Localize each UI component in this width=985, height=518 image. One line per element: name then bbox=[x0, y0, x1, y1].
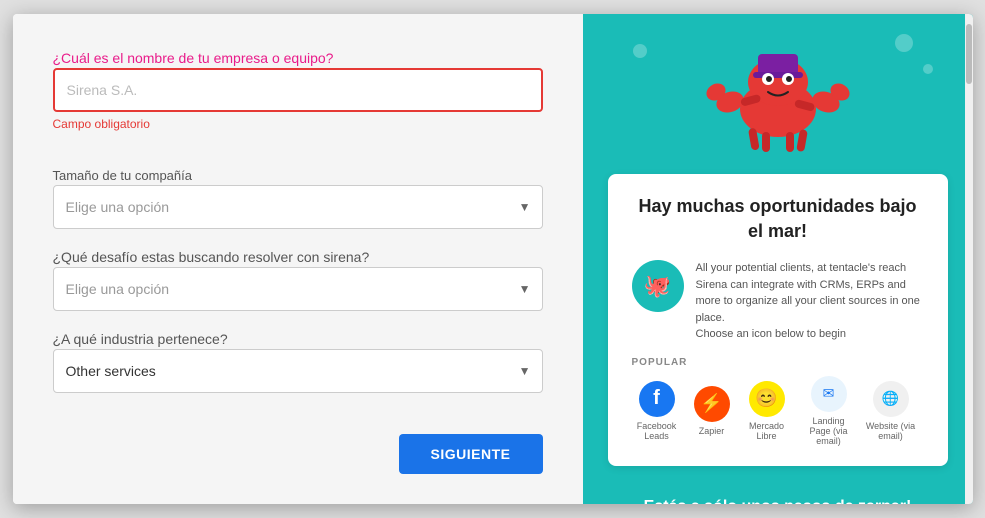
bubble-decoration-2 bbox=[923, 64, 933, 74]
bottom-caption: Estás a sólo unos pasos de zarpar! bbox=[620, 482, 936, 504]
integration-website[interactable]: 🌐 Website (via email) bbox=[866, 381, 916, 441]
company-size-select-wrapper: Elige una opción ▼ bbox=[53, 185, 543, 229]
industry-label: ¿A qué industria pertenece? bbox=[53, 331, 228, 347]
industry-select-wrapper: Other services ▼ bbox=[53, 349, 543, 393]
left-panel: ¿Cuál es el nombre de tu empresa o equip… bbox=[13, 14, 583, 504]
mercadolibre-label: Mercado Libre bbox=[742, 421, 792, 441]
zapier-icon: ⚡ bbox=[694, 386, 730, 422]
landing-page-icon: ✉ bbox=[811, 376, 847, 412]
company-size-field-group: Tamaño de tu compañía Elige una opción ▼ bbox=[53, 167, 543, 229]
bottom-caption-text: Estás a sólo unos pasos de zarpar! bbox=[644, 498, 912, 504]
info-card: Hay muchas oportunidades bajo el mar! 🐙 … bbox=[608, 174, 948, 466]
website-label: Website (via email) bbox=[866, 421, 916, 441]
challenge-select[interactable]: Elige una opción bbox=[53, 267, 543, 311]
integration-mercadolibre[interactable]: 😊 Mercado Libre bbox=[742, 381, 792, 441]
info-card-title: Hay muchas oportunidades bajo el mar! bbox=[632, 194, 924, 244]
industry-field-group: ¿A qué industria pertenece? Other servic… bbox=[53, 331, 543, 393]
company-size-select[interactable]: Elige una opción bbox=[53, 185, 543, 229]
challenge-select-wrapper: Elige una opción ▼ bbox=[53, 267, 543, 311]
company-name-error: Campo obligatorio bbox=[53, 117, 543, 131]
octopus-text: All your potential clients, at tentacle'… bbox=[696, 260, 924, 343]
form-bottom-bar: SIGUIENTE bbox=[53, 414, 543, 474]
company-name-field-group: ¿Cuál es el nombre de tu empresa o equip… bbox=[53, 50, 543, 147]
facebook-icon: f bbox=[639, 381, 675, 417]
integration-landing[interactable]: ✉ Landing Page (via email) bbox=[804, 376, 854, 446]
modal-container: ¿Cuál es el nombre de tu empresa o equip… bbox=[13, 14, 973, 504]
facebook-label: Facebook Leads bbox=[632, 421, 682, 441]
mercadolibre-icon: 😊 bbox=[749, 381, 785, 417]
scroll-thumb bbox=[966, 24, 972, 84]
octopus-row: 🐙 All your potential clients, at tentacl… bbox=[632, 260, 924, 343]
challenge-label: ¿Qué desafío estas buscando resolver con… bbox=[53, 249, 370, 265]
right-panel: Hay muchas oportunidades bajo el mar! 🐙 … bbox=[583, 14, 973, 504]
crab-illustration-area bbox=[583, 14, 973, 174]
integration-facebook[interactable]: f Facebook Leads bbox=[632, 381, 682, 441]
popular-label: POPULAR bbox=[632, 357, 924, 368]
challenge-field-group: ¿Qué desafío estas buscando resolver con… bbox=[53, 249, 543, 311]
website-icon: 🌐 bbox=[873, 381, 909, 417]
industry-select[interactable]: Other services bbox=[53, 349, 543, 393]
landing-label: Landing Page (via email) bbox=[804, 416, 854, 446]
company-name-label: ¿Cuál es el nombre de tu empresa o equip… bbox=[53, 50, 334, 66]
scrollbar[interactable] bbox=[965, 14, 973, 504]
bubble-decoration-1 bbox=[895, 34, 913, 52]
integration-zapier[interactable]: ⚡ Zapier bbox=[694, 386, 730, 436]
modal-overlay: ¿Cuál es el nombre de tu empresa o equip… bbox=[0, 0, 985, 518]
company-size-label: Tamaño de tu compañía bbox=[53, 168, 192, 183]
octopus-icon: 🐙 bbox=[632, 260, 684, 312]
zapier-label: Zapier bbox=[699, 426, 725, 436]
siguiente-button[interactable]: SIGUIENTE bbox=[399, 434, 543, 474]
integrations-row: f Facebook Leads ⚡ Zapier 😊 Mercado Libr… bbox=[632, 376, 924, 446]
company-name-input[interactable] bbox=[53, 68, 543, 112]
crab-icon bbox=[698, 14, 858, 174]
bubble-decoration-3 bbox=[633, 44, 647, 58]
